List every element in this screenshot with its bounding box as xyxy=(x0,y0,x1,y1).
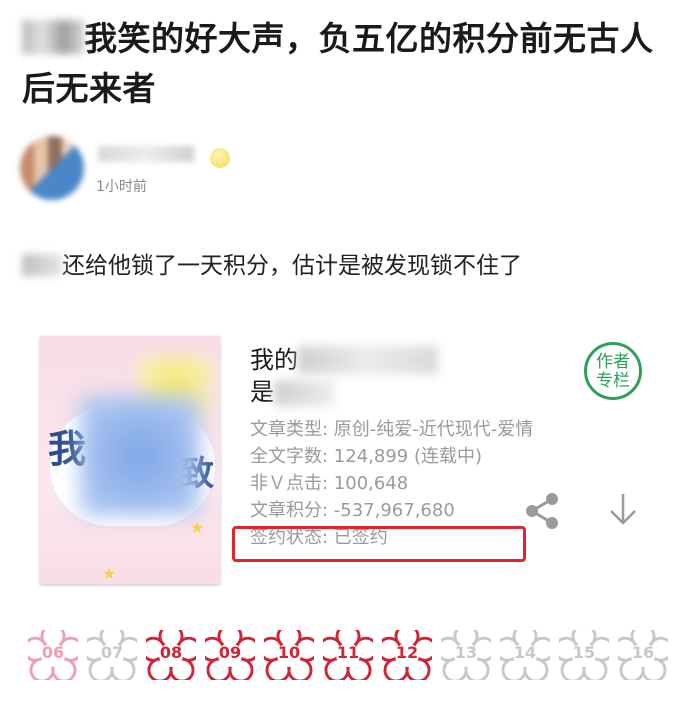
badge-icon xyxy=(210,148,230,168)
flower-badge-16[interactable]: 16 xyxy=(618,630,668,680)
book-word-count: 全文字数: 124,899 (连载中) xyxy=(250,446,482,467)
flower-badge-08[interactable]: 08 xyxy=(146,630,196,680)
flower-number: 16 xyxy=(631,643,655,662)
flower-number: 07 xyxy=(100,643,124,662)
flower-number: 14 xyxy=(513,643,537,662)
share-icon[interactable] xyxy=(522,491,566,531)
book-type: 文章类型: 原创-纯爱-近代现代-爱情 xyxy=(250,419,534,440)
flower-badge-13[interactable]: 13 xyxy=(441,630,491,680)
post-title-text: 我笑的好大声，负五亿的积分前无古人后无来者 xyxy=(22,19,654,108)
flower-number: 12 xyxy=(395,643,419,662)
book-cover-image[interactable]: 我 致 ★ ★ xyxy=(40,336,220,584)
flower-badge-15[interactable]: 15 xyxy=(559,630,609,680)
flower-number: 11 xyxy=(336,643,360,662)
post-title: 我笑的好大声，负五亿的积分前无古人后无来者 xyxy=(22,14,682,114)
flower-number: 13 xyxy=(454,643,478,662)
flower-number: 15 xyxy=(572,643,596,662)
column-label: 专栏 xyxy=(596,371,630,391)
flower-badge-11[interactable]: 11 xyxy=(323,630,373,680)
column-label: 作者 xyxy=(596,352,630,372)
flower-badge-14[interactable]: 14 xyxy=(500,630,550,680)
book-title-line2-text: 是 xyxy=(250,378,274,406)
author-name-redacted[interactable] xyxy=(98,146,194,162)
flower-badge-12[interactable]: 12 xyxy=(382,630,432,680)
flower-badge-07[interactable]: 07 xyxy=(87,630,137,680)
download-icon[interactable] xyxy=(606,492,640,528)
author-block[interactable]: 1小时前 xyxy=(20,136,320,206)
book-title-redacted xyxy=(274,380,334,406)
book-title-text: 我的 xyxy=(250,346,298,374)
author-column-stamp[interactable]: 作者 专栏 xyxy=(584,342,642,400)
redacted-body-prefix xyxy=(22,254,62,276)
flower-number: 10 xyxy=(277,643,301,662)
star-icon: ★ xyxy=(102,564,117,583)
cover-blurred-shape xyxy=(80,396,200,516)
flower-number: 06 xyxy=(41,643,65,662)
post-body-text: 还给他锁了一天积分，估计是被发现锁不住了 xyxy=(62,253,522,279)
redacted-title-prefix xyxy=(22,20,84,54)
flower-badge-06[interactable]: 06 xyxy=(28,630,78,680)
post-time: 1小时前 xyxy=(96,179,147,195)
post-body: 还给他锁了一天积分，估计是被发现锁不住了 xyxy=(22,246,522,280)
book-title-redacted xyxy=(298,346,438,374)
flower-number: 09 xyxy=(218,643,242,662)
points-highlight-box xyxy=(232,526,526,562)
flower-rating-row: 06 07 08 09 10 11 12 13 14 15 16 xyxy=(28,630,688,690)
flower-badge-10[interactable]: 10 xyxy=(264,630,314,680)
flower-badge-09[interactable]: 09 xyxy=(205,630,255,680)
star-icon: ★ xyxy=(190,518,205,537)
avatar[interactable] xyxy=(20,136,84,200)
flower-number: 08 xyxy=(159,643,183,662)
